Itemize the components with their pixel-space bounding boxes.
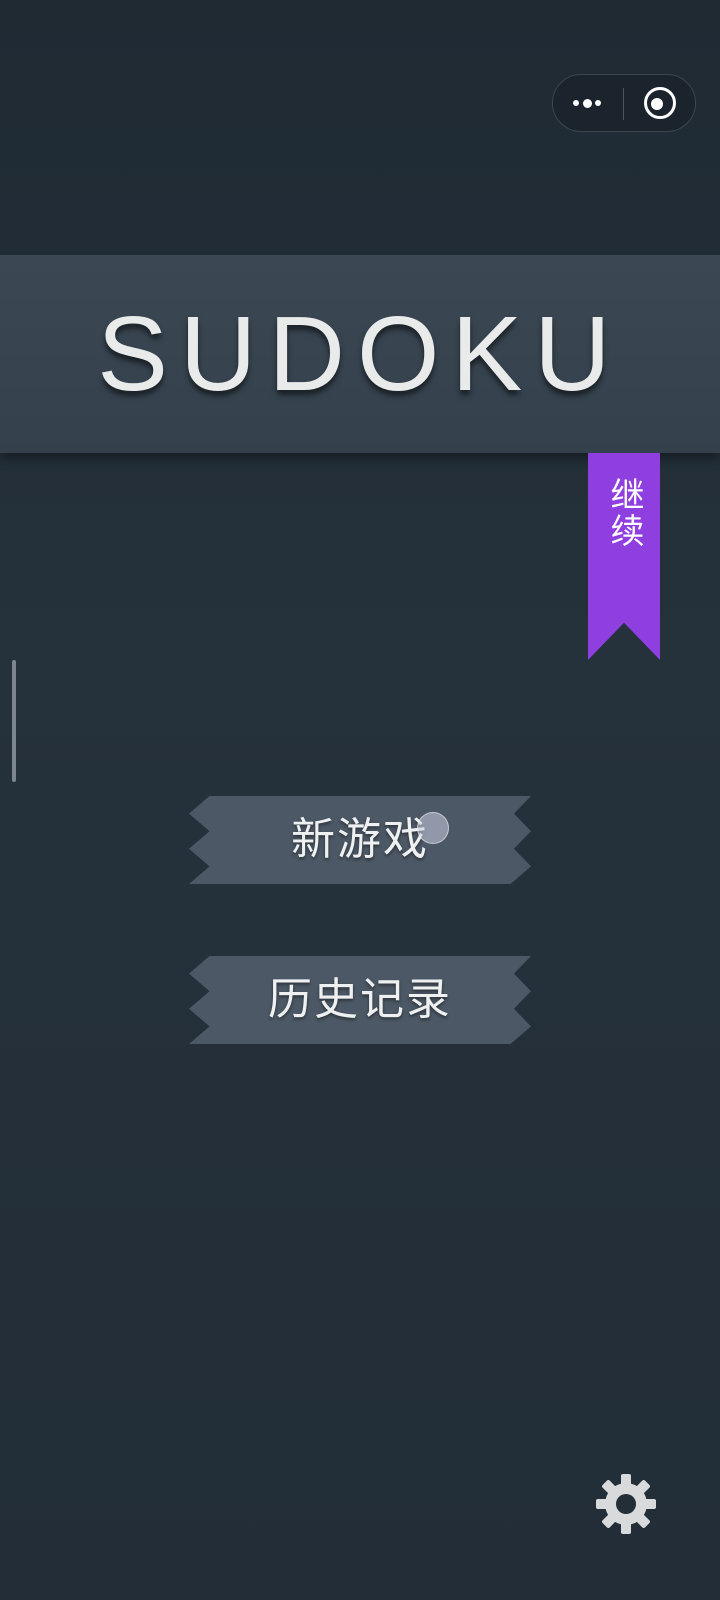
history-label: 历史记录 — [268, 974, 452, 1025]
new-game-button[interactable]: 新游戏 — [189, 796, 531, 884]
touch-indicator — [417, 812, 449, 844]
continue-label: 继续 — [604, 477, 644, 549]
close-button[interactable] — [625, 75, 695, 131]
settings-button[interactable] — [594, 1472, 658, 1536]
gear-icon — [596, 1474, 656, 1534]
mini-program-capsule — [552, 74, 696, 132]
more-button[interactable] — [553, 75, 623, 131]
new-game-label: 新游戏 — [291, 814, 429, 865]
capsule-divider — [623, 88, 624, 120]
scroll-indicator — [12, 660, 16, 782]
app-title: SUDOKU — [97, 295, 623, 413]
history-button[interactable]: 历史记录 — [189, 956, 531, 1044]
title-banner: SUDOKU — [0, 255, 720, 453]
